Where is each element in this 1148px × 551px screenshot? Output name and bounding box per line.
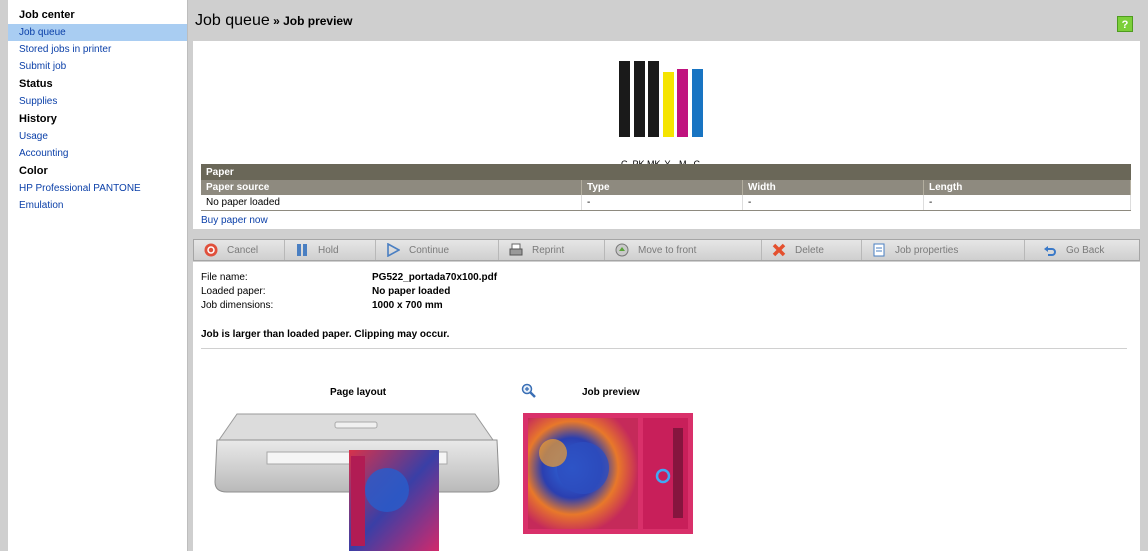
sidebar-heading: History (19, 113, 57, 125)
sidebar-item[interactable]: Usage (8, 128, 187, 145)
main-content: Job queue » Job preview ? GPKMKYMC Paper… (193, 0, 1140, 551)
page-title-separator: » (269, 14, 284, 28)
hold-label: Hold (318, 244, 339, 256)
go-back-icon (1043, 243, 1057, 257)
sidebar-heading: Job center (19, 9, 75, 21)
move-to-front-button[interactable]: Move to front (605, 240, 762, 260)
job-properties-button[interactable]: Job properties (862, 240, 1025, 260)
sidebar-heading: Status (19, 78, 53, 90)
reprint-icon (509, 243, 523, 257)
cancel-button[interactable]: Cancel (194, 240, 285, 260)
sidebar-strip (0, 0, 8, 551)
go-back-button[interactable]: Go Back (1025, 240, 1139, 260)
go-back-label: Go Back (1066, 244, 1105, 256)
reprint-label: Reprint (532, 244, 565, 256)
sidebar-heading: Color (19, 165, 48, 177)
sidebar-item[interactable]: Accounting (8, 145, 187, 162)
page-title-sub: Job preview (283, 14, 353, 28)
continue-icon (386, 243, 400, 257)
clipping-warning: Job is larger than loaded paper. Clippin… (201, 329, 450, 340)
delete-label: Delete (795, 244, 824, 256)
paper-cell-type: - (581, 195, 743, 211)
paper-col-type: Type (581, 180, 743, 195)
reprint-button[interactable]: Reprint (499, 240, 605, 260)
ink-bar-m (677, 68, 688, 137)
delete-icon (772, 243, 786, 257)
job-toolbar: Cancel Hold Continue Reprint Move to fro… (193, 239, 1140, 261)
sidebar-item[interactable]: Job queue (8, 24, 187, 41)
paper-col-width: Width (742, 180, 924, 195)
buy-paper-link[interactable]: Buy paper now (201, 215, 268, 226)
loaded-paper-value: No paper loaded (372, 286, 451, 297)
paper-col-source: Paper source (201, 180, 582, 195)
sidebar-nav: Job center Job queue Stored jobs in printe… (8, 6, 187, 211)
move-to-front-label: Move to front (638, 244, 697, 256)
ink-bar-pk (633, 61, 645, 137)
ink-levels: GPKMKYMC (619, 59, 714, 169)
file-name-value: PG522_portada70x100.pdf (372, 272, 498, 283)
paper-table: Paper Paper source Type Width Length No … (201, 164, 1131, 211)
job-dimensions-value: 1000 x 700 mm (372, 300, 443, 311)
cancel-icon (204, 243, 218, 257)
divider (201, 348, 1127, 349)
ink-bar-y (662, 72, 674, 137)
job-properties-icon (872, 243, 886, 257)
sidebar-item[interactable]: Supplies (8, 93, 187, 110)
paper-cell-width: - (742, 195, 924, 211)
hold-icon (295, 243, 309, 257)
file-name-label: File name: (201, 272, 248, 283)
zoom-in-icon[interactable] (521, 383, 537, 399)
ink-bar-mk (648, 61, 659, 137)
job-properties-label: Job properties (895, 244, 959, 256)
page-title-main: Job queue (195, 12, 270, 29)
ink-bar-c (691, 68, 703, 137)
page-title: Job queue » Job preview (195, 12, 352, 30)
sidebar-item[interactable]: Submit job (8, 58, 187, 75)
hold-button[interactable]: Hold (285, 240, 376, 260)
paper-col-length: Length (923, 180, 1131, 195)
sidebar-item[interactable]: Stored jobs in printer (8, 41, 187, 58)
cancel-label: Cancel (227, 244, 259, 256)
paper-table-title: Paper (201, 164, 1131, 180)
continue-label: Continue (409, 244, 450, 256)
continue-button[interactable]: Continue (376, 240, 499, 260)
loaded-paper-label: Loaded paper: (201, 286, 266, 297)
job-dimensions-label: Job dimensions: (201, 300, 274, 311)
paper-cell-length: - (923, 195, 1131, 211)
job-preview-label: Job preview (582, 387, 640, 398)
page-layout-label: Page layout (330, 387, 387, 398)
move-to-front-icon (615, 243, 629, 257)
delete-button[interactable]: Delete (762, 240, 862, 260)
job-preview-thumbnail (523, 413, 693, 534)
sidebar: Job center Job queue Stored jobs in printe… (0, 0, 188, 551)
page-layout-illustration (214, 413, 500, 551)
paper-cell-source: No paper loaded (201, 195, 582, 211)
ink-bar-g (619, 61, 630, 137)
sidebar-item[interactable]: HP Professional PANTONE Emulation (8, 180, 187, 211)
supplies-panel: GPKMKYMC Paper Paper source Type Width L… (193, 41, 1140, 229)
job-detail-panel: File name: PG522_portada70x100.pdf Loade… (193, 262, 1140, 551)
help-button[interactable]: ? (1117, 16, 1133, 32)
